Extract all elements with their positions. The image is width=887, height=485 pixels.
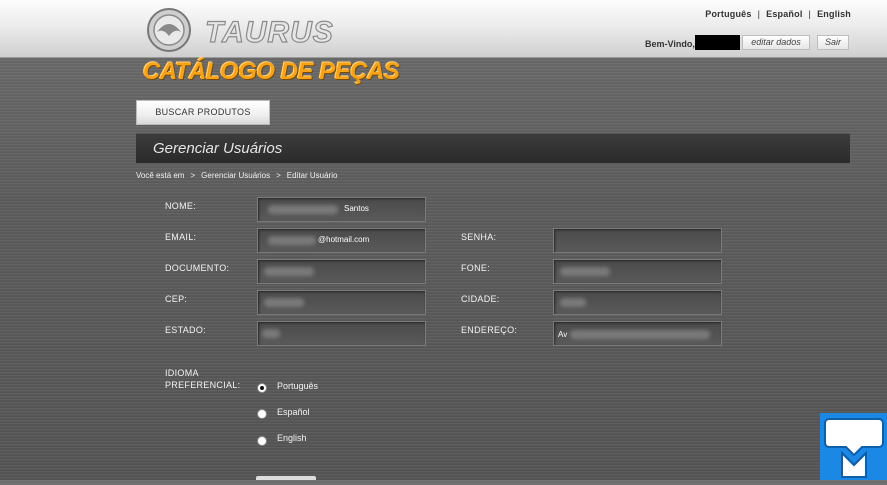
taurus-logo[interactable]: TAURUS — [147, 6, 387, 54]
submit-button-partial[interactable] — [256, 476, 316, 480]
idioma-label-line2: PREFERENCIAL: — [165, 380, 241, 390]
estado-label: ESTADO: — [165, 325, 206, 335]
chat-widget-button[interactable] — [820, 413, 887, 480]
lang-espanol-link[interactable]: Español — [766, 9, 802, 19]
breadcrumb: Você está em > Gerenciar Usuários > Editar U… — [136, 171, 338, 180]
section-header-bar: Gerenciar Usuários — [136, 133, 850, 163]
endereco-value: Av — [558, 330, 568, 339]
senha-label: SENHA: — [461, 232, 497, 242]
language-selector: Português | Español | English — [705, 9, 851, 19]
username-redacted — [695, 35, 740, 50]
fone-label: FONE: — [461, 263, 491, 273]
idioma-option-portugues: Português — [277, 381, 319, 391]
email-field[interactable]: @hotmail.com — [257, 228, 426, 253]
lang-portugues-link[interactable]: Português — [705, 9, 751, 19]
edit-profile-button[interactable]: editar dados — [742, 35, 810, 50]
estado-field[interactable] — [257, 321, 426, 346]
top-header: TAURUS Português | Español | English Bem-Vin… — [0, 0, 887, 58]
lang-english-link[interactable]: English — [817, 9, 851, 19]
cep-label: CEP: — [165, 294, 188, 304]
breadcrumb-prefix: Você está em — [136, 171, 185, 180]
idioma-radio-portugues[interactable] — [257, 383, 267, 393]
email-label: EMAIL: — [165, 232, 197, 242]
cep-field[interactable] — [257, 290, 426, 315]
cidade-field[interactable] — [553, 290, 722, 315]
endereco-label: ENDEREÇO: — [461, 325, 518, 335]
page-title: Gerenciar Usuários — [153, 140, 283, 157]
idioma-label-line1: IDIOMA — [165, 368, 199, 378]
documento-label: DOCUMENTO: — [165, 263, 230, 273]
idioma-option-espanol: Español — [277, 407, 310, 417]
idioma-option-english: English — [277, 433, 307, 443]
svg-text:TAURUS: TAURUS — [205, 16, 334, 49]
email-value: @hotmail.com — [318, 235, 370, 244]
chat-bubble-icon — [824, 418, 884, 478]
breadcrumb-item-gerenciar[interactable]: Gerenciar Usuários — [201, 171, 270, 180]
endereco-field[interactable]: Av — [553, 321, 722, 346]
documento-field[interactable] — [257, 259, 426, 284]
logout-button[interactable]: Sair — [817, 35, 849, 50]
idioma-radio-english[interactable] — [257, 436, 267, 446]
fone-field[interactable] — [553, 259, 722, 284]
breadcrumb-item-editar: Editar Usuário — [286, 171, 338, 180]
idioma-radio-espanol[interactable] — [257, 409, 267, 419]
cidade-label: CIDADE: — [461, 294, 500, 304]
nome-value: Santos — [344, 204, 369, 213]
welcome-label: Bem-Vindo, — [645, 39, 695, 49]
catalog-title: CATÁLOGO DE PEÇAS — [143, 58, 400, 85]
search-products-button[interactable]: BUSCAR PRODUTOS — [136, 100, 270, 125]
senha-field[interactable] — [553, 228, 722, 253]
nome-field[interactable]: Santos — [257, 197, 426, 222]
nome-label: NOME: — [165, 201, 197, 211]
